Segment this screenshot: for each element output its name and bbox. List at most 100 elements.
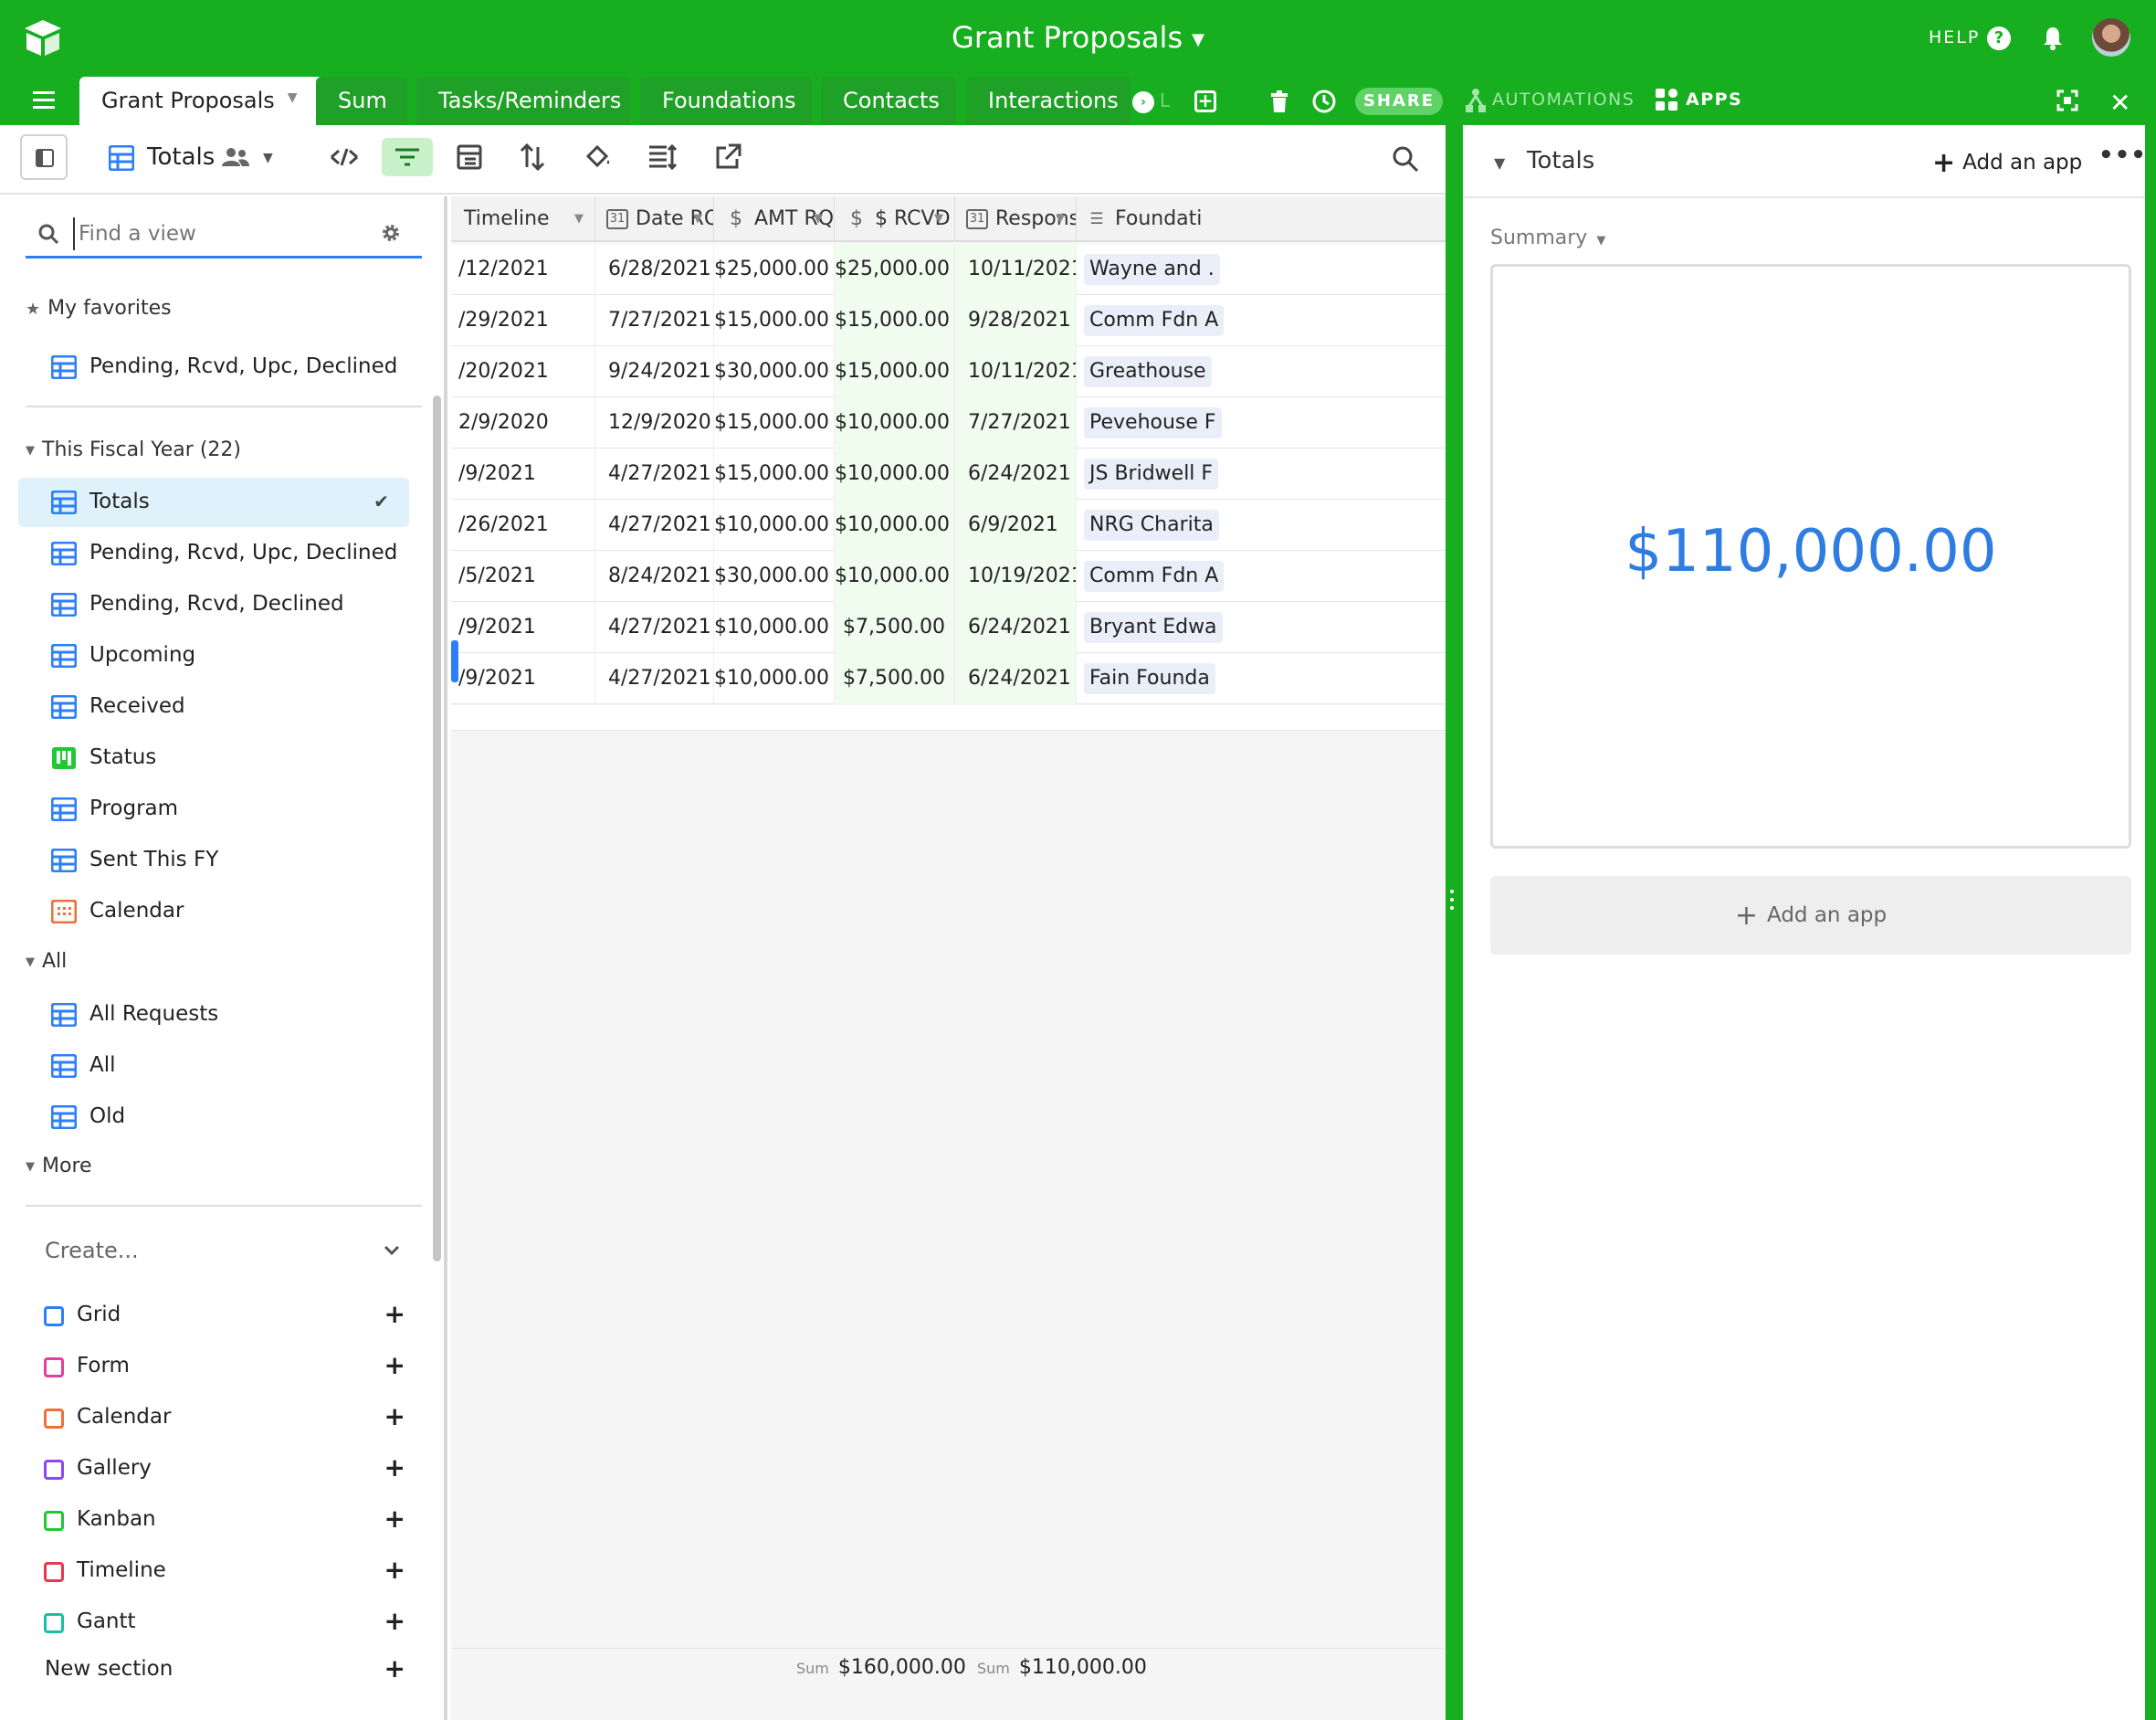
tab-contacts[interactable]: Contacts	[821, 77, 956, 125]
cell-date-rqst[interactable]: 4/27/2021	[595, 602, 714, 653]
linked-record-pill[interactable]: Wayne and .	[1084, 254, 1220, 285]
sidebar-item-pending-rcvd-upc-declined[interactable]: Pending, Rcvd, Upc, Declined	[18, 529, 409, 578]
section-this-fiscal-year[interactable]: ▼ This Fiscal Year (22)	[26, 438, 241, 461]
cell-timeline[interactable]: /29/2021	[451, 295, 595, 346]
cell-foundation[interactable]: Comm Fdn A	[1077, 551, 1446, 602]
column-header-date-rqst[interactable]: 31 Date RQST▼	[595, 196, 714, 242]
cell-amt-rqst[interactable]: $30,000.00	[714, 346, 835, 397]
sidebar-item-status[interactable]: Status	[18, 733, 409, 783]
trash-icon[interactable]	[1269, 89, 1289, 114]
rcvd-sum[interactable]: Sum $110,000.00	[977, 1656, 1147, 1679]
amt-rqst-sum[interactable]: Sum $160,000.00	[796, 1656, 966, 1679]
sidebar-item-old[interactable]: Old	[18, 1092, 409, 1142]
cell-foundation[interactable]: Wayne and .	[1077, 244, 1446, 295]
cell-date-rqst[interactable]: 7/27/2021	[595, 295, 714, 346]
sidebar-item-sent-this-fy[interactable]: Sent This FY	[18, 836, 409, 885]
cell-amt-rqst[interactable]: $15,000.00	[714, 448, 835, 500]
cell-timeline[interactable]: /5/2021	[451, 551, 595, 602]
sidebar-item-all[interactable]: All	[18, 1041, 409, 1091]
cell-rcvd[interactable]: $15,000.00	[835, 346, 955, 397]
sidebar-item-calendar[interactable]: Calendar	[18, 887, 409, 936]
sidebar-item-pending-rcvd-declined[interactable]: Pending, Rcvd, Declined	[18, 580, 409, 629]
cell-date-rqst[interactable]: 4/27/2021	[595, 653, 714, 704]
fullscreen-icon[interactable]	[2056, 90, 2078, 111]
cell-response[interactable]: 10/11/2021	[955, 244, 1077, 295]
chevron-down-icon[interactable]: ▼	[693, 196, 702, 242]
table-row[interactable]: /9/2021 4/27/2021 $10,000.00 $7,500.00 6/24/…	[451, 653, 1446, 704]
cell-rcvd[interactable]: $10,000.00	[835, 500, 955, 551]
cell-date-rqst[interactable]: 4/27/2021	[595, 448, 714, 500]
table-row[interactable]: /9/2021 4/27/2021 $10,000.00 $7,500.00 6/24/…	[451, 602, 1446, 653]
cell-amt-rqst[interactable]: $30,000.00	[714, 551, 835, 602]
cell-date-rqst[interactable]: 6/28/2021	[595, 244, 714, 295]
cell-foundation[interactable]: Comm Fdn A	[1077, 295, 1446, 346]
linked-record-pill[interactable]: Fain Founda	[1084, 663, 1215, 694]
sidebar-item-all-requests[interactable]: All Requests	[18, 990, 409, 1039]
linked-record-pill[interactable]: Comm Fdn A	[1084, 305, 1225, 336]
search-icon[interactable]	[1392, 145, 1419, 173]
group-icon[interactable]	[454, 142, 485, 173]
automations-button[interactable]: AUTOMATIONS	[1465, 90, 1635, 110]
sort-icon[interactable]	[517, 142, 548, 173]
cell-amt-rqst[interactable]: $25,000.00	[714, 244, 835, 295]
create-view-header[interactable]: Create...	[45, 1238, 401, 1263]
collapse-triangle-icon[interactable]: ▼	[1494, 154, 1505, 172]
close-icon[interactable]: ✕	[2109, 88, 2130, 118]
chevron-down-icon[interactable]: ▼	[574, 196, 584, 242]
table-row[interactable]: /12/2021 6/28/2021 $25,000.00 $25,000.00 10/…	[451, 244, 1446, 295]
linked-record-pill[interactable]: JS Bridwell F	[1084, 459, 1219, 490]
more-options-icon[interactable]: •••	[2098, 142, 2147, 169]
cell-foundation[interactable]: JS Bridwell F	[1077, 448, 1446, 500]
cell-date-rqst[interactable]: 8/24/2021	[595, 551, 714, 602]
table-row[interactable]: /26/2021 4/27/2021 $10,000.00 $10,000.00 6/9…	[451, 500, 1446, 551]
sidebar-item-program[interactable]: Program	[18, 785, 409, 834]
create-form-view[interactable]: Form +	[44, 1350, 405, 1387]
help-link[interactable]: HELP	[1929, 27, 1980, 47]
cell-rcvd[interactable]: $7,500.00	[835, 602, 955, 653]
section-all[interactable]: ▼ All	[26, 950, 67, 973]
cell-rcvd[interactable]: $15,000.00	[835, 295, 955, 346]
cell-response[interactable]: 9/28/2021	[955, 295, 1077, 346]
base-title[interactable]: Grant Proposals ▼	[0, 20, 2156, 55]
cell-amt-rqst[interactable]: $10,000.00	[714, 602, 835, 653]
sidebar-toggle-button[interactable]	[20, 134, 68, 180]
table-row[interactable]: /20/2021 9/24/2021 $30,000.00 $15,000.00 10/…	[451, 346, 1446, 397]
cell-timeline[interactable]: /9/2021	[451, 602, 595, 653]
column-header-foundation[interactable]: ☰ Foundati	[1077, 196, 1446, 242]
add-table-icon[interactable]: +	[1194, 90, 1216, 112]
cell-response[interactable]: 6/24/2021	[955, 602, 1077, 653]
column-header-amt-rqst[interactable]: $AMT RQST▼	[714, 196, 835, 242]
cell-response[interactable]: 10/19/2021	[955, 551, 1077, 602]
cell-foundation[interactable]: Fain Founda	[1077, 653, 1446, 704]
cell-date-rqst[interactable]: 12/9/2020	[595, 397, 714, 448]
sidebar-item-received[interactable]: Received	[18, 682, 409, 732]
more-tabs-icon[interactable]: ›	[1132, 91, 1154, 113]
cell-foundation[interactable]: Pevehouse F	[1077, 397, 1446, 448]
linked-record-pill[interactable]: Pevehouse F	[1084, 407, 1222, 438]
sidebar-item-totals[interactable]: Totals ✔	[18, 478, 409, 527]
cell-date-rqst[interactable]: 9/24/2021	[595, 346, 714, 397]
share-view-icon[interactable]	[712, 142, 743, 173]
panel-resize-handle[interactable]	[1450, 890, 1454, 919]
row-height-icon[interactable]	[647, 142, 678, 173]
cell-timeline[interactable]: /9/2021	[451, 448, 595, 500]
cell-timeline[interactable]: /20/2021	[451, 346, 595, 397]
current-view-name[interactable]: Totals	[147, 143, 215, 171]
cell-rcvd[interactable]: $10,000.00	[835, 397, 955, 448]
column-header-response[interactable]: 31Response...▼	[955, 196, 1077, 242]
create-timeline-view[interactable]: Timeline +	[44, 1555, 405, 1591]
linked-record-pill[interactable]: Bryant Edwa	[1084, 612, 1223, 643]
table-row[interactable]: /29/2021 7/27/2021 $15,000.00 $15,000.00 9/2…	[451, 295, 1446, 346]
cell-response[interactable]: 6/9/2021	[955, 500, 1077, 551]
avatar[interactable]	[2092, 18, 2130, 57]
cell-rcvd[interactable]: $7,500.00	[835, 653, 955, 704]
cell-foundation[interactable]: Greathouse	[1077, 346, 1446, 397]
dashboard-title[interactable]: Totals	[1527, 147, 1594, 174]
cell-response[interactable]: 7/27/2021	[955, 397, 1077, 448]
linked-record-pill[interactable]: NRG Charita	[1084, 510, 1219, 541]
sidebar-item-upcoming[interactable]: Upcoming	[18, 631, 409, 681]
cell-response[interactable]: 6/24/2021	[955, 448, 1077, 500]
cell-response[interactable]: 10/11/2021	[955, 346, 1077, 397]
find-view-input[interactable]	[73, 217, 365, 250]
cell-date-rqst[interactable]: 4/27/2021	[595, 500, 714, 551]
